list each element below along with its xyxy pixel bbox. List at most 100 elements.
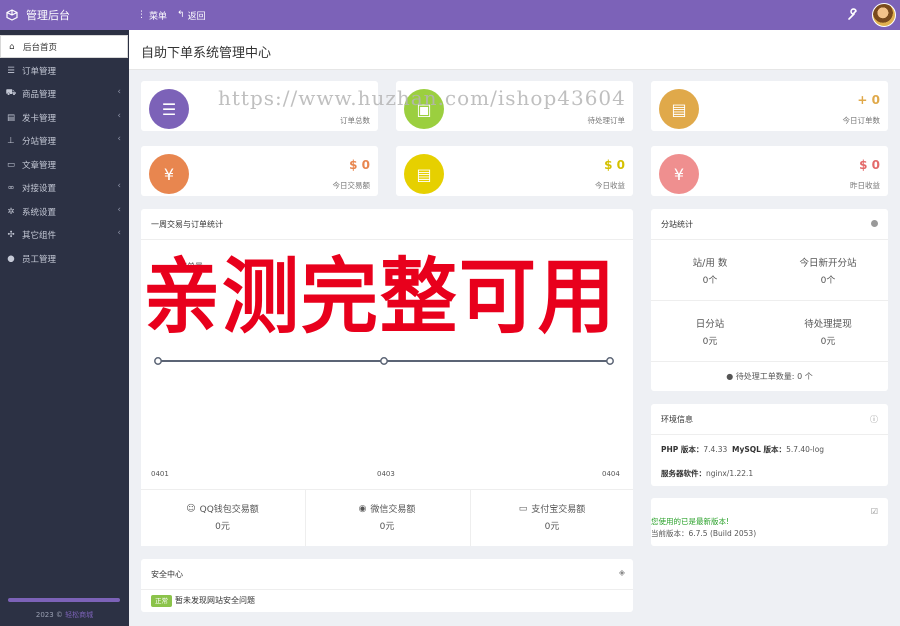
menu-icon: ⋮: [137, 10, 146, 20]
credit-card-icon: ▭: [518, 503, 528, 514]
chevron-left-icon: ‹: [117, 87, 121, 97]
stat-value: $ 0: [859, 158, 880, 172]
comment-icon: ●: [726, 372, 734, 381]
sidebar-item-products[interactable]: ⛟ 商品管理 ‹: [0, 82, 129, 105]
sidebar-item-integration[interactable]: ∞ 对接设置 ‹: [0, 176, 129, 199]
stat-value: $ 0: [604, 158, 625, 172]
branch-stat-value: 0元: [820, 337, 836, 347]
divider: [651, 434, 888, 435]
tickets-pending[interactable]: ● 待处理工单数量: 0 个: [651, 371, 888, 382]
collapse-icon[interactable]: [871, 220, 878, 227]
tickets-value: 0 个: [797, 372, 813, 381]
sidebar-item-label: 员工管理: [22, 254, 57, 265]
gear-icon: ✲: [7, 206, 15, 217]
back-button[interactable]: ↰ 返回: [177, 9, 206, 22]
sidebar-item-components[interactable]: ✣ 其它组件 ‹: [0, 223, 129, 246]
payment-qq: ☺ QQ钱包交易额 0元: [141, 490, 304, 546]
stat-card-yesterday-income: ¥ $ 0 昨日收益: [651, 146, 888, 196]
panel-title: 安全中心: [151, 570, 183, 579]
stat-label: 今日交易额: [332, 181, 371, 190]
sidebar-item-settings[interactable]: ✲ 系统设置 ‹: [0, 200, 129, 223]
sidebar-item-label: 分站管理: [22, 136, 57, 147]
sidebar-item-branches[interactable]: ⊥ 分站管理 ‹: [0, 129, 129, 152]
sidebar-item-staff[interactable]: ● 员工管理: [0, 247, 129, 270]
stat-label: 今日收益: [595, 181, 625, 190]
briefcase-icon: ▤: [659, 89, 699, 129]
stat-value: + 0: [857, 93, 880, 107]
sidebar-item-label: 对接设置: [22, 183, 57, 194]
info-icon: ⓘ: [870, 415, 878, 424]
version-panel: ☑ 您使用的已是最新版本! 当前版本：6.7.5 (Build 2053): [651, 498, 888, 546]
x-tick-label: 0403: [377, 470, 395, 478]
branch-stats-panel: 分站统计 站/用 数 0个 今日新开分站 0个 日分站 0元 待处理提现 0元 …: [651, 209, 888, 391]
page-title: 自助下单系统管理中心: [141, 46, 272, 61]
payment-alipay: ▭ 支付宝交易额 0元: [470, 490, 633, 546]
payment-value: 0元: [215, 522, 230, 532]
branch-stat-label: 今日新开分站: [799, 258, 857, 269]
sitemap-icon: ⊥: [7, 135, 15, 146]
page-header: 自助下单系统管理中心: [129, 30, 900, 70]
list-icon: ☰: [149, 89, 189, 129]
brand[interactable]: 管理后台: [0, 0, 130, 30]
stat-card-today-orders: ▤ + 0 今日订单数: [651, 81, 888, 131]
sidebar-item-home[interactable]: ⌂ 后台首页: [0, 35, 128, 58]
sidebar-copyright: 2023 © 轻松商城: [0, 610, 129, 620]
promo-banner: 亲测完整可用: [143, 250, 617, 345]
php-value: 7.4.33: [703, 445, 728, 454]
branch-stat-daily: 日分站 0元: [651, 316, 769, 347]
payment-label: QQ钱包交易额: [199, 505, 259, 515]
sidebar-item-orders[interactable]: ☰ 订单管理: [0, 59, 129, 82]
sidebar-item-cards[interactable]: ▤ 发卡管理 ‹: [0, 106, 129, 129]
user-icon: ●: [7, 253, 15, 264]
top-nav: ⋮ 菜单 ↰ 返回: [137, 0, 206, 30]
version-label: 当前版本：: [651, 529, 689, 538]
env-info-panel: 环境信息 ⓘ PHP 版本：7.4.33 MySQL 版本：5.7.40-log…: [651, 404, 888, 486]
sidebar-footer-bar: [8, 598, 120, 602]
divider: [141, 589, 633, 590]
qq-icon: ☺: [186, 503, 196, 514]
payment-wechat: ◉ 微信交易额 0元: [305, 490, 468, 546]
chevron-left-icon: ‹: [117, 181, 121, 191]
security-status: 正常 暂未发现网站安全问题: [151, 595, 255, 607]
branch-stat-users: 站/用 数 0个: [651, 255, 769, 286]
branch-stat-label: 待处理提现: [804, 319, 852, 330]
sidebar-item-label: 商品管理: [22, 89, 57, 100]
branch-stat-value: 0个: [820, 276, 836, 286]
avatar[interactable]: [872, 3, 896, 27]
chevron-left-icon: ‹: [117, 205, 121, 215]
server-value: nginx/1.22.1: [706, 469, 754, 478]
stat-label: 今日订单数: [842, 116, 881, 125]
status-badge: 正常: [151, 595, 172, 607]
divider: [651, 361, 888, 362]
sidebar-item-label: 订单管理: [22, 66, 57, 77]
branch-stat-withdrawals: 待处理提现 0元: [769, 316, 887, 347]
chevron-left-icon: ‹: [117, 228, 121, 238]
wrench-icon[interactable]: [846, 8, 860, 22]
sidebar-item-label: 系统设置: [22, 207, 57, 218]
branch-stat-value: 0元: [702, 337, 718, 347]
link-icon: ∞: [7, 182, 15, 193]
chevron-left-icon: ‹: [117, 134, 121, 144]
menu-toggle-button[interactable]: ⋮ 菜单: [137, 9, 167, 22]
env-php-mysql: PHP 版本：7.4.33 MySQL 版本：5.7.40-log: [661, 444, 824, 455]
cube-icon: [6, 9, 18, 21]
sidebar-item-label: 后台首页: [23, 42, 58, 53]
cart-icon: ⛟: [5, 88, 17, 98]
panel-title: 环境信息: [661, 415, 693, 424]
yen-icon: ¥: [149, 154, 189, 194]
card-icon: ▤: [6, 112, 16, 123]
stat-value: $ 0: [349, 158, 370, 172]
divider: [651, 300, 888, 301]
list-icon: ☰: [7, 65, 15, 76]
payment-value: 0元: [379, 522, 395, 532]
app-title: 管理后台: [26, 9, 70, 22]
sidebar-item-articles[interactable]: ▭ 文章管理: [0, 153, 129, 176]
sidebar-item-label: 其它组件: [22, 230, 57, 241]
version-value: 6.7.5 (Build 2053): [688, 529, 757, 538]
copyright-link[interactable]: 轻松商城: [65, 611, 93, 619]
top-bar: 管理后台 ⋮ 菜单 ↰ 返回: [0, 0, 900, 30]
home-icon: ⌂: [9, 41, 15, 52]
watermark-url: https://www.huzhan.com/ishop43604: [218, 86, 626, 110]
security-message: 暂未发现网站安全问题: [175, 596, 255, 605]
panel-title: 一周交易与订单统计: [151, 220, 223, 229]
